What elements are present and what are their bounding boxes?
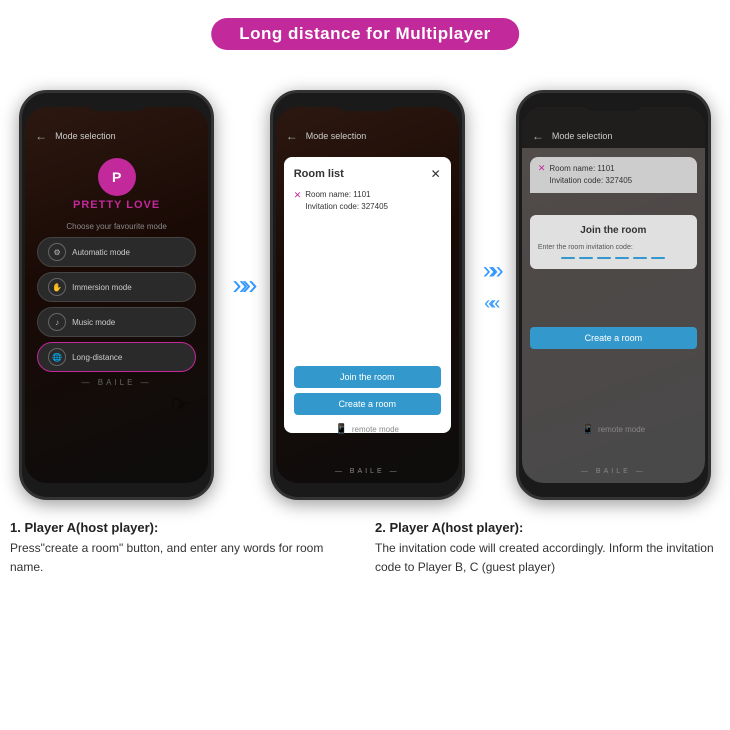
description-1: 1. Player A(host player): Press"create a… — [10, 520, 355, 577]
phone-3-mode-label: Mode selection — [552, 131, 613, 141]
music-label: Music mode — [72, 318, 115, 327]
room-info: Room name: 1101 Invitation code: 327405 — [305, 189, 388, 213]
phone-1-footer: — BAILE — — [25, 378, 208, 387]
phone-1-topbar: ← Mode selection — [25, 107, 208, 148]
mode-btn-immersion[interactable]: ✋ Immersion mode — [37, 272, 196, 302]
phone-2-back-icon: ← — [286, 129, 298, 143]
modal-title: Room list — [294, 168, 344, 180]
phone-1-logo-text: PRETTY LOVE — [25, 199, 208, 211]
code-dash-5 — [633, 257, 647, 259]
phone-2-room-list-modal: Room list ✕ ✕ Room name: 1101 Invitation… — [284, 157, 451, 433]
finger-cursor: ☞ — [167, 390, 193, 420]
desc-2-text: The invitation code will created accordi… — [375, 539, 720, 577]
desc-1-number: 1. Player A(host player): — [10, 520, 355, 535]
immersion-icon: ✋ — [48, 278, 66, 296]
phones-row: ← Mode selection P PRETTY LOVE Choose yo… — [10, 70, 720, 500]
longdistance-label: Long-distance — [72, 353, 122, 362]
code-dash-4 — [615, 257, 629, 259]
descriptions: 1. Player A(host player): Press"create a… — [10, 520, 720, 577]
join-room-title: Join the room — [580, 225, 646, 236]
room-entry: ✕ Room name: 1101 Invitation code: 32740… — [294, 189, 441, 213]
phone-2-notch — [337, 93, 397, 111]
remote-icon: 📱 — [335, 424, 347, 435]
mode-btn-longdistance[interactable]: 🌐 Long-distance — [37, 342, 196, 372]
phone-3-invitation-code: Invitation code: 327405 — [549, 176, 632, 185]
phone-3-remote-label: remote mode — [598, 425, 645, 434]
desc-1-text: Press"create a room" button, and enter a… — [10, 539, 355, 577]
phone-1-logo-area: P PRETTY LOVE — [25, 148, 208, 216]
modal-header: Room list ✕ — [294, 167, 441, 181]
arrow-group-1: »» — [232, 70, 251, 500]
arrow-right-1: »» — [232, 271, 251, 299]
phone-2-mode-label: Mode selection — [306, 131, 367, 141]
modal-close-icon[interactable]: ✕ — [431, 167, 441, 181]
phone-1-screen: ← Mode selection P PRETTY LOVE Choose yo… — [25, 107, 208, 483]
immersion-label: Immersion mode — [72, 283, 132, 292]
code-dash-3 — [597, 257, 611, 259]
invitation-input-label: Enter the room invitation code: — [538, 244, 633, 251]
automatic-icon: ⚙ — [48, 243, 66, 261]
phone-2-remote-bar: 📱 remote mode — [276, 424, 459, 435]
phone-3-x-icon: ✕ — [538, 163, 546, 174]
mode-btn-automatic[interactable]: ⚙ Automatic mode — [37, 237, 196, 267]
arrow-right-2: »» — [483, 257, 498, 285]
phone-2-footer: — BAILE — — [276, 468, 459, 475]
join-room-section: Join the room Enter the room invitation … — [530, 215, 697, 269]
title-text: Long distance for Multiplayer — [239, 24, 491, 43]
phone-1-notch — [87, 93, 147, 111]
desc-2-number: 2. Player A(host player): — [375, 520, 720, 535]
remote-label: remote mode — [352, 425, 399, 434]
phone-1-back-icon: ← — [35, 129, 47, 143]
phone-1-mode-label: Mode selection — [55, 131, 116, 141]
modal-buttons: Join the room Create a room — [294, 366, 441, 415]
phone-3-notch — [583, 93, 643, 111]
code-dashes — [538, 257, 689, 259]
code-dash-6 — [651, 257, 665, 259]
mode-btn-music[interactable]: ♪ Music mode — [37, 307, 196, 337]
arrow-group-2: »» «« — [483, 70, 498, 500]
code-dash-1 — [561, 257, 575, 259]
phone-2: ← Mode selection Room list ✕ ✕ Room name… — [270, 90, 465, 500]
phone-3-footer: — BAILE — — [522, 468, 705, 475]
automatic-label: Automatic mode — [72, 248, 130, 257]
phone-3-remote-bar: 📱 remote mode — [522, 424, 705, 435]
phone-2-topbar: ← Mode selection — [276, 107, 459, 148]
room-name-label: Room name: 1101 — [305, 190, 370, 199]
phone-3-room-name: Room name: 1101 — [549, 164, 614, 173]
phone-1-logo-letter: P — [112, 169, 121, 185]
longdistance-icon: 🌐 — [48, 348, 66, 366]
join-room-button[interactable]: Join the room — [294, 366, 441, 388]
description-2: 2. Player A(host player): The invitation… — [375, 520, 720, 577]
arrow-left-2: «« — [484, 293, 496, 314]
phone-3-remote-icon: 📱 — [582, 424, 594, 435]
phone-3-create-btn-area: Create a room — [530, 327, 697, 349]
phone-2-screen: ← Mode selection Room list ✕ ✕ Room name… — [276, 107, 459, 483]
title-banner: Long distance for Multiplayer — [211, 18, 519, 50]
create-room-button[interactable]: Create a room — [294, 393, 441, 415]
phone-1-choose-text: Choose your favourite mode — [25, 222, 208, 231]
phone-3-create-room-button[interactable]: Create a room — [530, 327, 697, 349]
phone-3-screen: ← Mode selection ✕ Room name: 1101 Invit… — [522, 107, 705, 483]
music-icon: ♪ — [48, 313, 66, 331]
code-dash-2 — [579, 257, 593, 259]
invitation-code-label: Invitation code: 327405 — [305, 202, 388, 211]
phone-1: ← Mode selection P PRETTY LOVE Choose yo… — [19, 90, 214, 500]
phone-3: ← Mode selection ✕ Room name: 1101 Invit… — [516, 90, 711, 500]
phone-3-top-modal: ✕ Room name: 1101 Invitation code: 32740… — [530, 157, 697, 193]
phone-1-logo-circle: P — [98, 158, 136, 196]
room-x-icon: ✕ — [294, 190, 302, 201]
phone-3-topbar: ← Mode selection — [522, 107, 705, 148]
phone-3-back-icon: ← — [532, 129, 544, 143]
